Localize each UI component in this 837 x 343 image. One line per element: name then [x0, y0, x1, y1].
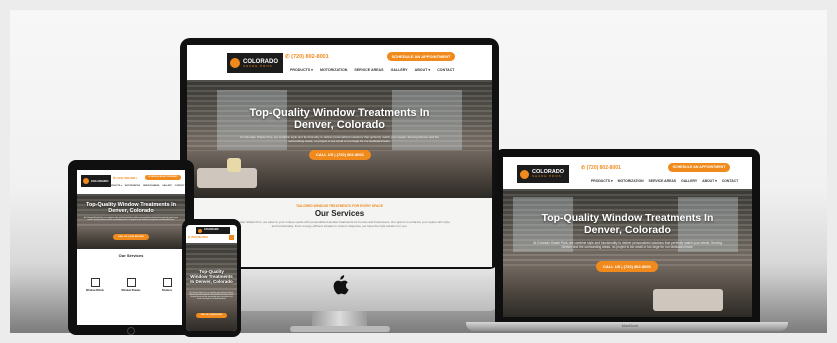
sofa-image	[653, 289, 723, 311]
tablet-home-button	[127, 327, 135, 335]
hero-title: Top-Quality Window Treatments In Denver,…	[86, 202, 176, 215]
hero-title: Top-Quality Window Treatments In Denver,…	[541, 212, 714, 237]
main-nav: PRODUCTS ▾ MOTORIZATION SERVICE AREAS GA…	[290, 68, 455, 72]
schedule-button[interactable]: SCHEDULE AN APPOINTMENT	[668, 163, 730, 172]
hero-title: Top-Quality Window Treatments In Denver,…	[249, 107, 430, 132]
logo-icon	[83, 178, 89, 184]
logo-icon	[520, 169, 529, 179]
header-phone[interactable]: ✆ (720) 802-8001	[188, 236, 208, 239]
menu-icon[interactable]	[229, 235, 234, 240]
services-title: Our Services	[314, 209, 365, 218]
nav-about[interactable]: ABOUT ▾	[702, 179, 717, 183]
laptop-screen: COLORADO SHADE PROS ✆ (720) 802-8001 SCHE…	[503, 157, 752, 317]
apple-logo-icon	[333, 275, 349, 295]
hero-body: At Colorado Shade Pros, we combine style…	[240, 135, 439, 143]
site-header: COLORADO SHADE PROS ✆ (720) 802-8001 SCHE…	[187, 45, 492, 80]
logo-name: COLORADO	[91, 178, 109, 183]
header-phone[interactable]: ✆ (720) 802-8001	[113, 176, 137, 180]
service-card[interactable]: Window Blinds	[82, 278, 108, 292]
hero-section: Top-Quality Window Treatments In Denver,…	[77, 194, 185, 249]
schedule-button[interactable]: SCHEDULE AN APPOINTMENT	[387, 52, 455, 61]
hero-section: Top-Quality Window Treatments In Denver,…	[503, 189, 752, 317]
hero-call-button[interactable]: CALL US | (720) 802-8001	[196, 313, 227, 318]
hero-body: At Colorado Shade Pros, we combine style…	[189, 293, 234, 301]
nav-motorization[interactable]: MOTORIZATION	[618, 179, 644, 183]
header-phone[interactable]: ✆ (720) 802-8001	[581, 165, 621, 171]
nav-products[interactable]: PRODUCTS ▾	[109, 185, 122, 187]
nav-contact[interactable]: CONTACT	[437, 68, 454, 72]
service-cards: Window Blinds Window Shades Shutters	[77, 278, 185, 292]
hero-title: Top-Quality Window Treatments In Denver,…	[190, 269, 233, 285]
hero-call-button[interactable]: CALL US | (720) 802-8001	[309, 150, 371, 160]
logo-sub: SHADE PROS	[243, 63, 273, 68]
blinds-icon	[90, 278, 100, 287]
site-logo[interactable]: COLORADO SHADE PROS	[227, 53, 283, 73]
services-section: Our Services Window Blinds Window Shades…	[77, 249, 185, 325]
logo-icon	[230, 58, 240, 68]
laptop-label: MacBook	[621, 323, 639, 328]
services-eyebrow: TAILORED WINDOW TREATMENTS FOR EVERY SPA…	[295, 204, 383, 208]
service-card[interactable]: Shutters	[154, 278, 180, 292]
nav-gallery[interactable]: GALLERY	[391, 68, 408, 72]
hero-call-button[interactable]: CALL US | (720) 802-8001	[113, 234, 149, 240]
site-header: COLORADO ✆ (720) 802-8001 SCHEDULE AN AP…	[77, 170, 185, 194]
logo-icon	[198, 228, 202, 233]
hero-section: Top-Quality Window Treatments In Denver,…	[186, 243, 237, 331]
shades-icon	[126, 278, 136, 287]
header-phone[interactable]: ✆ (720) 802-8001	[285, 54, 329, 60]
nav-motorization[interactable]: MOTORIZATION	[125, 185, 140, 187]
logo-name: COLORADO	[204, 228, 219, 232]
nav-service-areas[interactable]: SERVICE AREAS	[354, 68, 383, 72]
site-header: COLORADO ✆ (720) 802-8001	[186, 225, 237, 243]
hero-body: At Colorado Shade Pros, we combine style…	[84, 217, 178, 222]
nav-service-areas[interactable]: SERVICE AREAS	[649, 179, 677, 183]
imac-base	[290, 326, 390, 332]
services-title: Our Services	[118, 253, 144, 258]
shutters-icon	[162, 278, 172, 287]
nav-gallery[interactable]: GALLERY	[681, 179, 697, 183]
phone-screen: COLORADO ✆ (720) 802-8001 Top-Quality Wi…	[186, 225, 237, 331]
nav-contact[interactable]: CONTACT	[722, 179, 738, 183]
nav-gallery[interactable]: GALLERY	[162, 185, 171, 187]
nav-motorization[interactable]: MOTORIZATION	[320, 68, 347, 72]
hero-section: Top-Quality Window Treatments In Denver,…	[187, 80, 492, 198]
site-logo[interactable]: COLORADO	[81, 175, 111, 187]
nav-contact[interactable]: CONTACT	[175, 185, 185, 187]
nav-service-areas[interactable]: SERVICE AREAS	[143, 185, 159, 187]
site-logo[interactable]: COLORADO	[196, 227, 230, 234]
chair-image	[227, 158, 241, 172]
nav-products[interactable]: PRODUCTS ▾	[591, 179, 613, 183]
hero-call-button[interactable]: CALL US | (720) 802-8001	[596, 261, 658, 272]
main-nav: PRODUCTS ▾ MOTORIZATION SERVICE AREAS GA…	[109, 185, 184, 187]
service-card-title: Shutters	[161, 289, 173, 292]
site-header: COLORADO SHADE PROS ✆ (720) 802-8001 SCHE…	[503, 157, 752, 189]
service-card-title: Window Shades	[121, 289, 141, 292]
main-nav: PRODUCTS ▾ MOTORIZATION SERVICE AREAS GA…	[591, 179, 738, 183]
hero-body: At Colorado Shade Pros, we combine style…	[533, 241, 722, 250]
logo-sub: SHADE PROS	[532, 174, 562, 179]
nav-about[interactable]: ABOUT ▾	[415, 68, 431, 72]
nav-products[interactable]: PRODUCTS ▾	[290, 68, 313, 72]
tablet-screen: COLORADO ✆ (720) 802-8001 SCHEDULE AN AP…	[77, 170, 185, 325]
schedule-button[interactable]: SCHEDULE AN APPOINTMENT	[145, 175, 181, 180]
site-logo[interactable]: COLORADO SHADE PROS	[517, 165, 569, 183]
service-card-title: Window Blinds	[86, 289, 104, 292]
service-card[interactable]: Window Shades	[118, 278, 144, 292]
